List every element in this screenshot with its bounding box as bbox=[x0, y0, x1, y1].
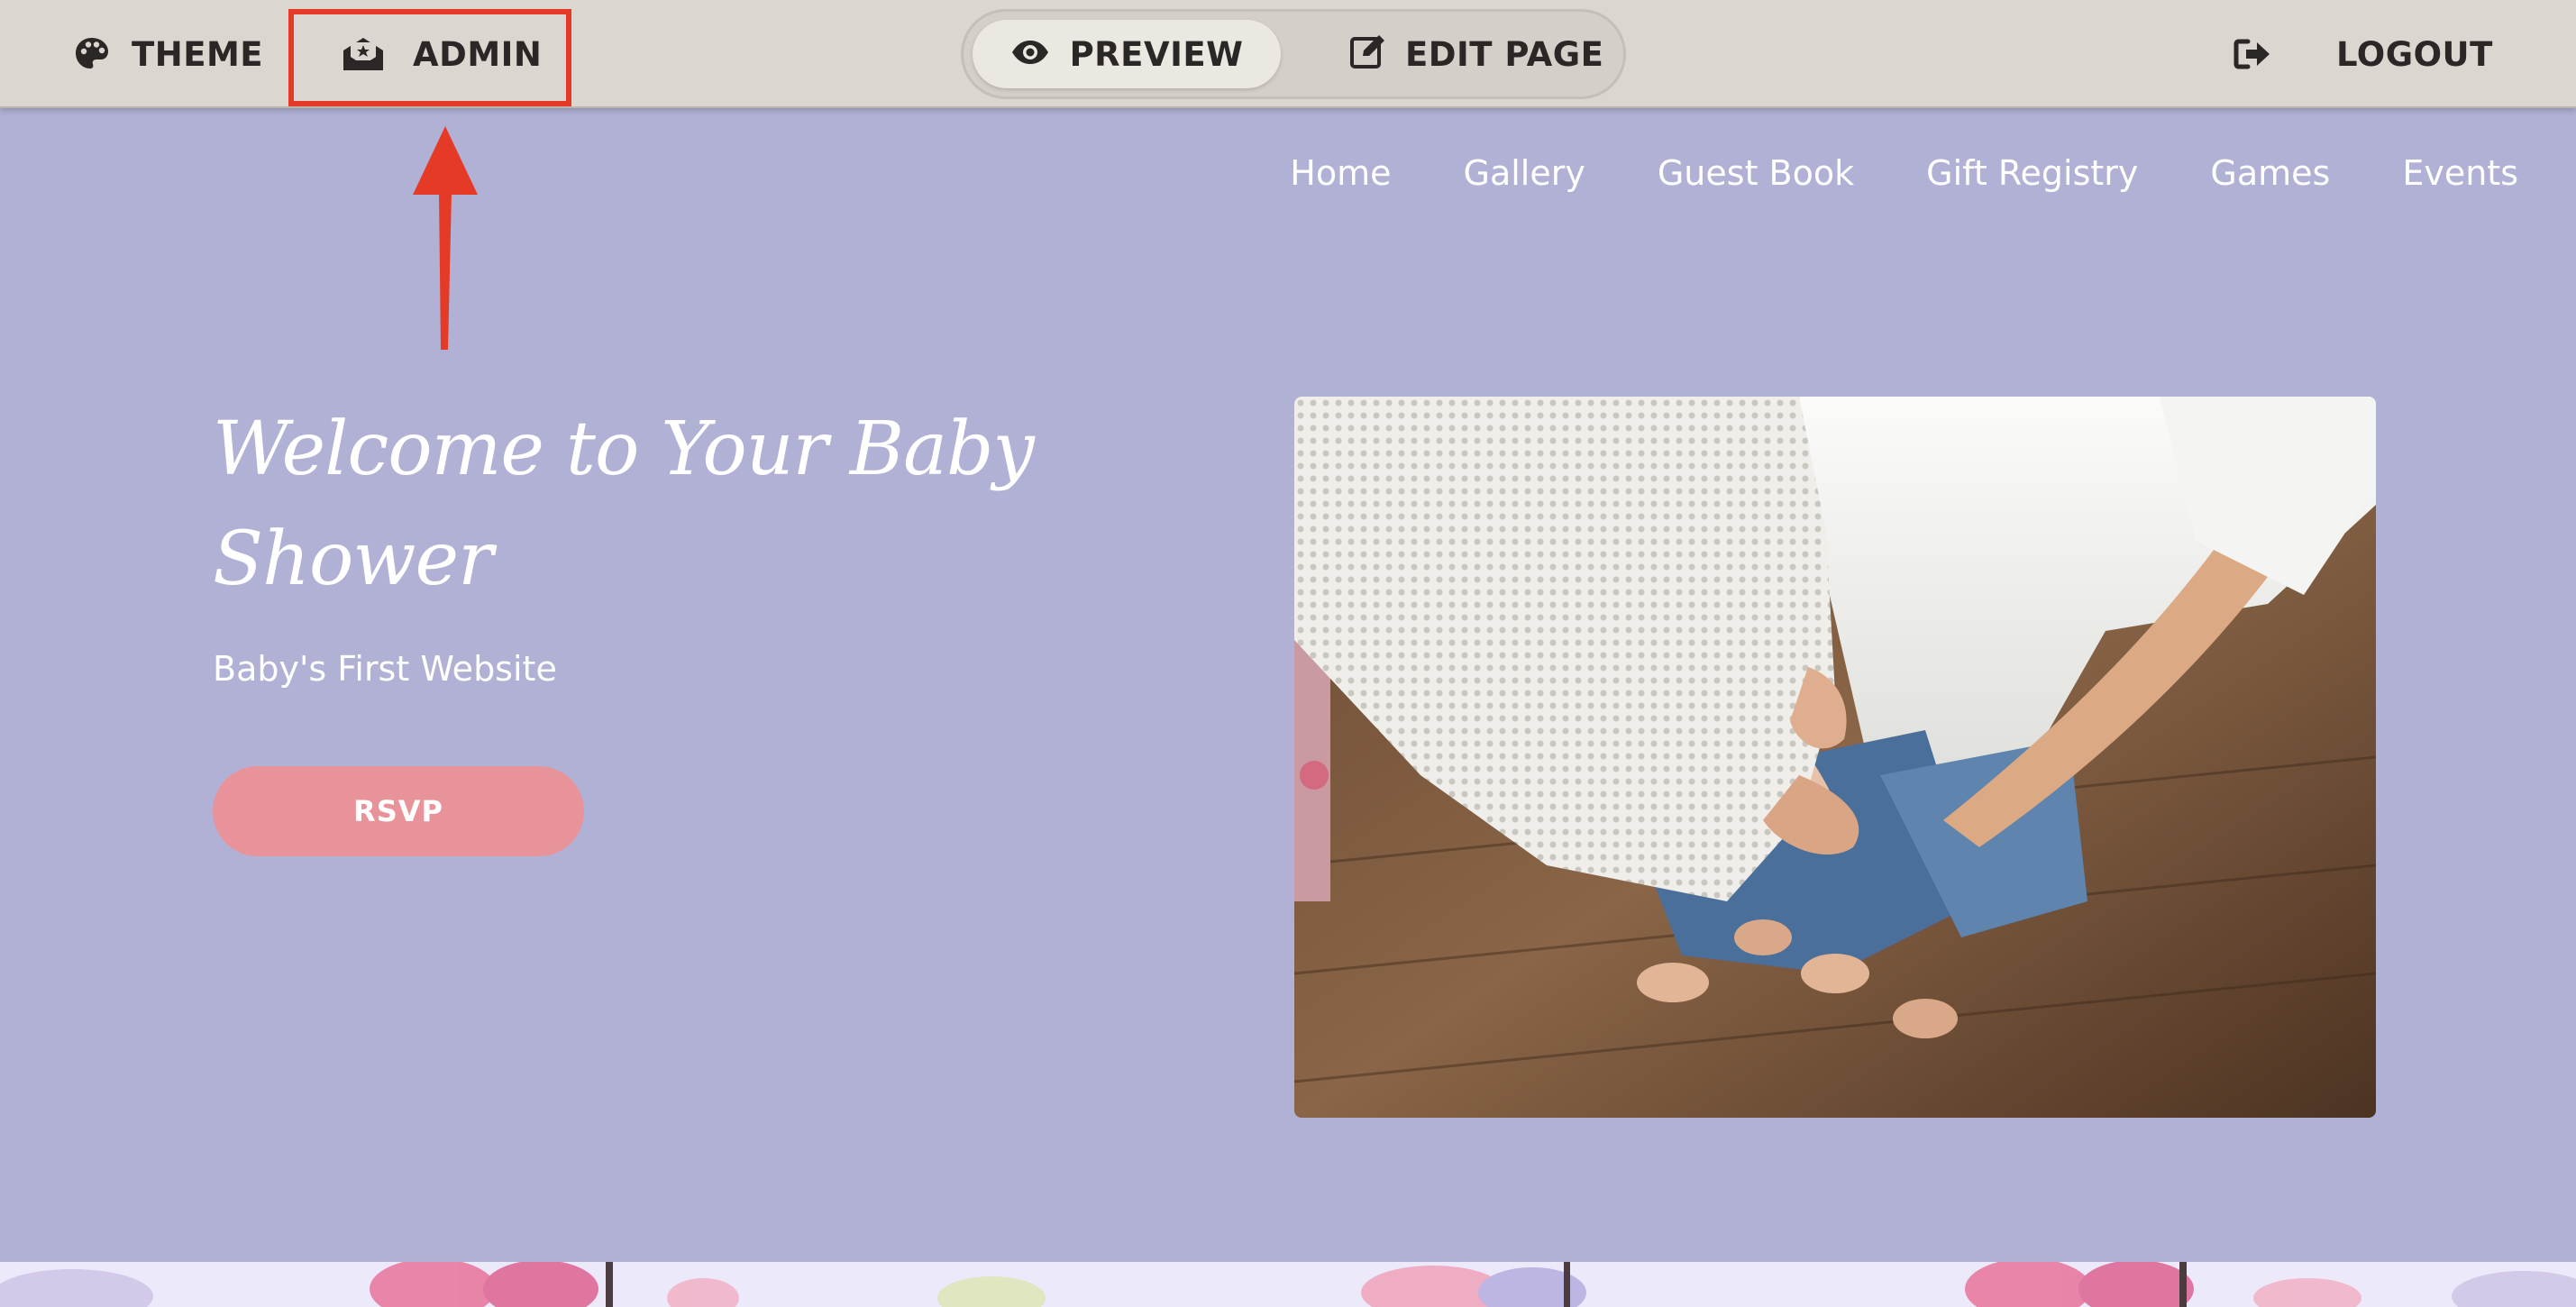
logout-label: LOGOUT bbox=[2336, 34, 2493, 74]
site-nav: Home Gallery Guest Book Gift Registry Ga… bbox=[1290, 153, 2518, 193]
theme-button[interactable]: THEME bbox=[74, 27, 263, 81]
sign-out-icon-button[interactable] bbox=[2233, 27, 2271, 81]
annotation-arrow bbox=[397, 117, 487, 355]
hero-title: Welcome to Your Baby Shower bbox=[213, 407, 1035, 602]
sign-out-icon bbox=[2233, 38, 2271, 70]
admin-toolbar: THEME ADMIN PREVIEW EDIT PAGE LOGOUT bbox=[0, 0, 2576, 108]
nav-item-games[interactable]: Games bbox=[2210, 153, 2330, 193]
butterfly-decorative-band bbox=[0, 1262, 2576, 1307]
preview-label: PREVIEW bbox=[1069, 34, 1244, 74]
nav-item-gallery[interactable]: Gallery bbox=[1464, 153, 1585, 193]
theme-label: THEME bbox=[132, 34, 264, 74]
preview-button[interactable]: PREVIEW bbox=[973, 20, 1281, 88]
envelope-icon bbox=[341, 35, 386, 73]
mode-switch: PREVIEW EDIT PAGE bbox=[961, 9, 1626, 99]
admin-label: ADMIN bbox=[413, 34, 543, 74]
hero-subtitle: Baby's First Website bbox=[213, 649, 557, 689]
nav-item-home[interactable]: Home bbox=[1290, 153, 1391, 193]
rsvp-button[interactable]: RSVP bbox=[213, 766, 584, 856]
logout-button[interactable]: LOGOUT bbox=[2336, 27, 2493, 81]
admin-button[interactable]: ADMIN bbox=[341, 27, 542, 81]
edit-icon bbox=[1349, 32, 1387, 78]
eye-icon bbox=[1010, 35, 1050, 74]
nav-item-gift-registry[interactable]: Gift Registry bbox=[1926, 153, 2138, 193]
edit-page-label: EDIT PAGE bbox=[1405, 34, 1604, 74]
palette-icon bbox=[74, 36, 110, 72]
hero-photo bbox=[1294, 397, 2376, 1118]
nav-item-guest-book[interactable]: Guest Book bbox=[1658, 153, 1854, 193]
nav-item-events[interactable]: Events bbox=[2402, 153, 2518, 193]
edit-page-button[interactable]: EDIT PAGE bbox=[1349, 20, 1603, 88]
